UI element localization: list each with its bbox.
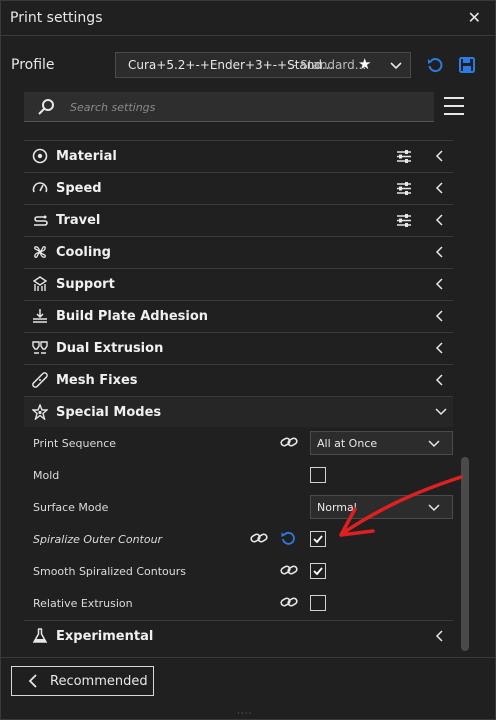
category-material[interactable]: Material <box>24 140 453 171</box>
chevron-left-icon <box>435 150 443 162</box>
resize-grip[interactable]: ···· <box>237 709 252 719</box>
reset-profile-icon[interactable] <box>426 56 444 74</box>
link-icon[interactable] <box>280 563 298 577</box>
settings-list: Material Speed Travel Cooling Support Bu… <box>24 140 453 651</box>
travel-icon <box>34 215 48 226</box>
setting-label-relative-extrusion: Relative Extrusion <box>33 597 133 610</box>
category-label: Travel <box>56 213 101 228</box>
search-placeholder: Search settings <box>70 101 156 114</box>
category-label: Material <box>56 149 117 164</box>
profile-quality: - Standard... <box>292 58 367 72</box>
checkmark-icon <box>313 567 323 576</box>
category-travel[interactable]: Travel <box>24 204 453 235</box>
setting-label-smooth-spiralized: Smooth Spiralized Contours <box>33 565 187 578</box>
category-label: Speed <box>56 181 102 196</box>
print-sequence-value: All at Once <box>317 437 378 450</box>
speed-icon <box>32 182 48 193</box>
category-label: Experimental <box>56 629 154 644</box>
special-modes-icon <box>32 404 48 420</box>
tune-icon[interactable] <box>396 149 412 164</box>
profile-dropdown[interactable]: Cura+5.2+-+Ender+3+-+Stand... - Standard… <box>115 52 411 78</box>
chevron-left-icon <box>435 182 443 194</box>
cooling-fan-icon <box>34 246 46 258</box>
setting-label-surface-mode: Surface Mode <box>33 501 109 514</box>
chevron-left-icon <box>435 246 443 258</box>
star-icon[interactable]: ★ <box>358 55 371 73</box>
category-support[interactable]: Support <box>24 268 453 299</box>
annotation-arrow <box>339 475 463 537</box>
category-label: Build Plate Adhesion <box>56 309 209 324</box>
chevron-down-icon <box>435 408 447 416</box>
profile-label: Profile <box>11 57 55 73</box>
chevron-left-icon <box>28 674 37 688</box>
category-label: Dual Extrusion <box>56 341 164 356</box>
category-build-plate-adhesion[interactable]: Build Plate Adhesion <box>24 300 453 331</box>
tune-icon[interactable] <box>396 213 412 228</box>
category-label: Cooling <box>56 245 111 260</box>
category-mesh-fixes[interactable]: Mesh Fixes <box>24 364 453 395</box>
category-cooling[interactable]: Cooling <box>24 236 453 267</box>
footer-divider <box>1 657 495 658</box>
settings-menu-icon[interactable] <box>444 97 464 121</box>
link-icon[interactable] <box>280 595 298 609</box>
material-icon <box>32 148 48 164</box>
chevron-left-icon <box>435 310 443 322</box>
chevron-left-icon <box>435 630 443 642</box>
relative-extrusion-checkbox[interactable] <box>310 595 326 611</box>
category-special-modes[interactable]: Special Modes <box>24 396 453 427</box>
title-bar: Print settings ✕ <box>1 1 495 36</box>
recommended-button[interactable]: Recommended <box>11 666 154 696</box>
chevron-left-icon <box>435 214 443 226</box>
window-title: Print settings <box>10 10 103 26</box>
recommended-label: Recommended <box>50 674 148 689</box>
tune-icon[interactable] <box>396 181 412 196</box>
search-icon <box>38 99 54 115</box>
dual-extrusion-icon <box>32 341 48 354</box>
setting-label-print-sequence: Print Sequence <box>33 437 117 450</box>
reset-setting-icon[interactable] <box>280 530 296 546</box>
chevron-left-icon <box>435 278 443 290</box>
setting-label-spiralize: Spiralize Outer Contour <box>33 533 163 546</box>
support-icon <box>32 276 48 291</box>
experimental-flask-icon <box>32 628 48 643</box>
link-icon[interactable] <box>250 531 268 545</box>
print-sequence-dropdown[interactable]: All at Once <box>310 431 453 455</box>
chevron-left-icon <box>435 342 443 354</box>
smooth-spiralized-checkbox[interactable] <box>310 563 326 579</box>
mesh-fixes-icon <box>32 372 48 388</box>
close-button[interactable]: ✕ <box>468 8 481 27</box>
adhesion-icon <box>33 309 47 323</box>
link-icon[interactable] <box>280 435 298 449</box>
category-label: Mesh Fixes <box>56 373 138 388</box>
category-label: Support <box>56 277 115 292</box>
setting-label-mold: Mold <box>33 469 60 482</box>
category-dual-extrusion[interactable]: Dual Extrusion <box>24 332 453 363</box>
category-speed[interactable]: Speed <box>24 172 453 203</box>
category-experimental[interactable]: Experimental <box>24 620 453 651</box>
search-input[interactable]: Search settings <box>24 92 434 122</box>
print-settings-panel: Print settings ✕ Profile Cura+5.2+-+Ende… <box>0 0 496 720</box>
chevron-left-icon <box>435 374 443 386</box>
save-profile-icon[interactable] <box>458 56 476 74</box>
chevron-down-icon <box>390 62 402 70</box>
chevron-down-icon <box>428 440 440 448</box>
category-label: Special Modes <box>56 405 162 420</box>
